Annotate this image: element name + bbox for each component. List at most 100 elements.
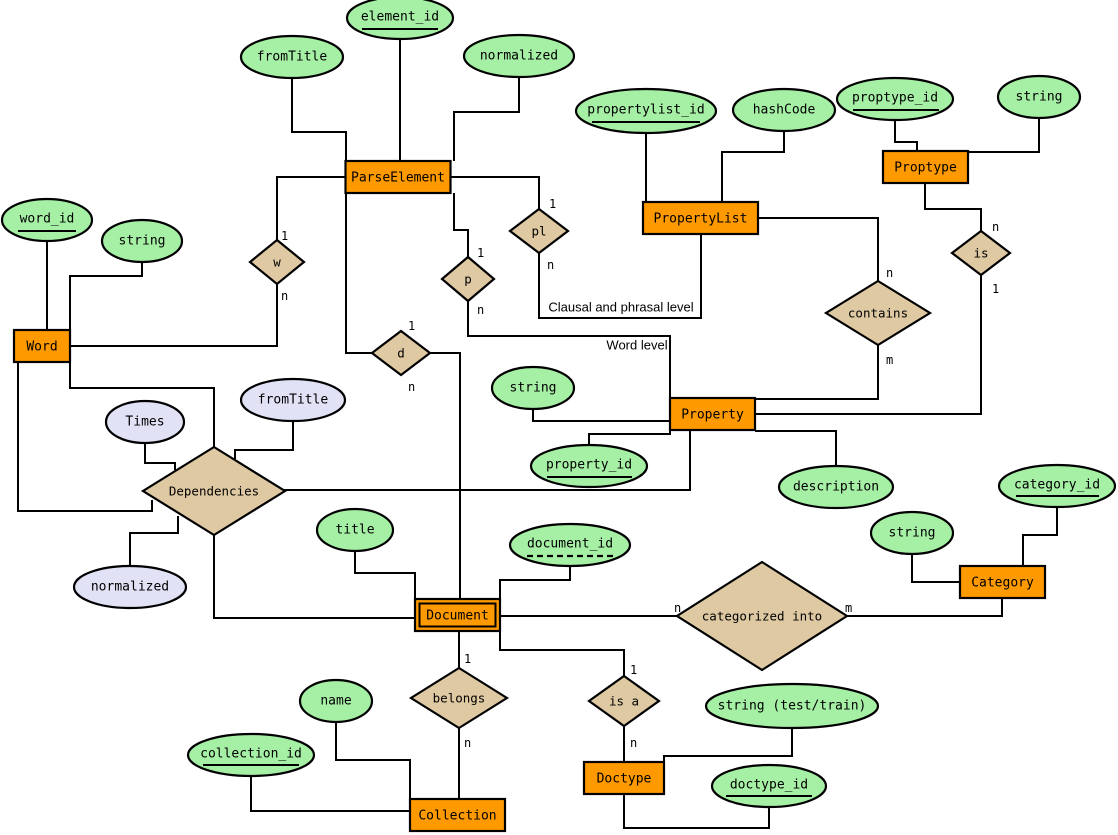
relationship-categorized-into[interactable]: categorized into (674, 560, 850, 672)
entity-propertylist[interactable]: PropertyList (641, 200, 760, 236)
entity-propertylist-label: PropertyList (654, 212, 748, 227)
cardinality-categorized-m: m (845, 601, 852, 615)
attribute-doctype_id[interactable]: doctype_id (710, 763, 828, 809)
attribute-normalized-dependencies[interactable]: normalized (72, 564, 188, 610)
edge-name-collection (335, 722, 411, 799)
relationship-d[interactable]: d (370, 329, 432, 377)
cardinality-pl-1: 1 (549, 197, 556, 211)
note-word-level: Word level (606, 338, 667, 353)
attribute-layer: element_id fromTitle normalized word_id … (0, 0, 1117, 809)
relationship-belongs[interactable]: belongs (408, 666, 510, 730)
entity-document[interactable]: Document (413, 597, 502, 633)
attribute-string-testtrain-label: string (test/train) (718, 699, 867, 714)
relationship-dependencies-label: Dependencies (169, 484, 259, 499)
attribute-proptype_id-label: proptype_id (852, 91, 938, 106)
relationship-w[interactable]: w (248, 238, 306, 286)
attribute-normalized-dependencies-label: normalized (91, 580, 169, 595)
attribute-string-category-label: string (889, 526, 936, 541)
attribute-string-property[interactable]: string (490, 365, 576, 411)
entity-category-label: Category (971, 576, 1034, 591)
edge-normalized-parseelement (453, 77, 520, 161)
cardinality-categorized-n: n (674, 601, 681, 615)
attribute-normalized-parseelement[interactable]: normalized (462, 33, 576, 79)
relationship-contains[interactable]: contains (823, 279, 933, 347)
cardinality-belongs-1: 1 (464, 652, 471, 666)
cardinality-isa-1: 1 (630, 663, 637, 677)
edge-fromtitle-dependencies (234, 421, 294, 459)
note-clausal-and-phrasal-level: Clausal and phrasal level (548, 300, 693, 315)
entity-word[interactable]: Word (12, 328, 72, 364)
edge-proptype_id-proptype (894, 120, 918, 151)
attribute-collection_id-label: collection_id (200, 747, 302, 762)
entity-proptype[interactable]: Proptype (881, 149, 970, 185)
attribute-title[interactable]: title (315, 507, 395, 553)
attribute-word_id[interactable]: word_id (0, 197, 94, 243)
attribute-hashcode-label: hashCode (753, 103, 816, 118)
cardinality-d-1: 1 (408, 319, 415, 333)
cardinality-isa-n: n (630, 736, 637, 750)
attribute-fromtitle-parseelement[interactable]: fromTitle (239, 34, 345, 80)
entity-property[interactable]: Property (668, 396, 757, 432)
attribute-collection_id[interactable]: collection_id (186, 732, 316, 778)
edge-d-document (430, 352, 461, 599)
attribute-property_id-label: property_id (546, 458, 632, 473)
attribute-fromtitle-dependencies[interactable]: fromTitle (239, 377, 347, 423)
relationship-is[interactable]: is (950, 229, 1012, 277)
cardinality-is-1: 1 (992, 282, 999, 296)
attribute-name-label: name (320, 694, 351, 709)
relationship-pl[interactable]: pl (508, 207, 570, 255)
attribute-document_id[interactable]: document_id (508, 522, 632, 568)
entity-category[interactable]: Category (958, 564, 1047, 600)
edge-string_testtrain-doctype (663, 728, 793, 762)
edge-categorized-category (847, 598, 1003, 617)
attribute-word_id-label: word_id (20, 212, 75, 227)
attribute-string-proptype[interactable]: string (996, 74, 1082, 120)
attribute-description[interactable]: description (777, 464, 895, 510)
edge-string-word (69, 262, 143, 330)
attribute-string-category[interactable]: string (869, 510, 955, 556)
attribute-fromtitle-parseelement-label: fromTitle (257, 50, 328, 65)
attribute-hashcode[interactable]: hashCode (731, 87, 837, 133)
edge-parseelement-pl (451, 176, 540, 209)
entity-property-label: Property (681, 408, 744, 423)
attribute-element_id[interactable]: element_id (345, 0, 455, 41)
attribute-string-word[interactable]: string (100, 218, 184, 264)
er-diagram-svg: w p pl d is contains Dependencies catego… (0, 0, 1117, 833)
relationship-w-label: w (273, 255, 281, 270)
cardinality-pl-n: n (547, 258, 554, 272)
edge-document_id-document (499, 566, 571, 599)
edge-string-property (532, 409, 670, 422)
attribute-name[interactable]: name (298, 678, 374, 724)
relationship-belongs-label: belongs (433, 691, 486, 706)
edge-hashcode-propertylist (721, 131, 785, 202)
edge-collection_id-collection (250, 776, 410, 812)
attribute-propertylist_id[interactable]: propertylist_id (574, 87, 718, 135)
entity-parseelement[interactable]: ParseElement (344, 159, 452, 195)
cardinality-contains-m: m (886, 353, 893, 367)
attribute-normalized-parseelement-label: normalized (480, 49, 558, 64)
edge-property_id-property (588, 430, 671, 445)
relationship-p[interactable]: p (440, 255, 496, 303)
entity-collection[interactable]: Collection (408, 797, 507, 833)
edge-dependencies-document (213, 535, 415, 619)
cardinality-w-1: 1 (281, 229, 288, 243)
attribute-string-testtrain[interactable]: string (test/train) (704, 682, 880, 730)
attribute-doctype_id-label: doctype_id (730, 778, 808, 793)
relationship-is-a[interactable]: is a (587, 674, 661, 728)
relationship-is-label: is (973, 246, 988, 261)
entity-word-label: Word (26, 340, 57, 355)
entity-document-label: Document (426, 609, 489, 624)
note-layer: Clausal and phrasal level Word level (548, 300, 693, 353)
cardinality-d-n: n (408, 380, 415, 394)
attribute-category_id[interactable]: category_id (997, 463, 1117, 509)
relationship-dependencies[interactable]: Dependencies (140, 445, 288, 537)
attribute-times[interactable]: Times (104, 399, 186, 445)
attribute-proptype_id[interactable]: proptype_id (835, 76, 955, 122)
attribute-property_id[interactable]: property_id (529, 443, 649, 489)
edge-string-category (911, 554, 960, 583)
entity-doctype[interactable]: Doctype (582, 760, 666, 796)
edge-description-property (755, 430, 837, 466)
relationship-d-label: d (397, 346, 405, 361)
cardinality-p-n: n (477, 303, 484, 317)
cardinality-contains-n: n (886, 266, 893, 280)
